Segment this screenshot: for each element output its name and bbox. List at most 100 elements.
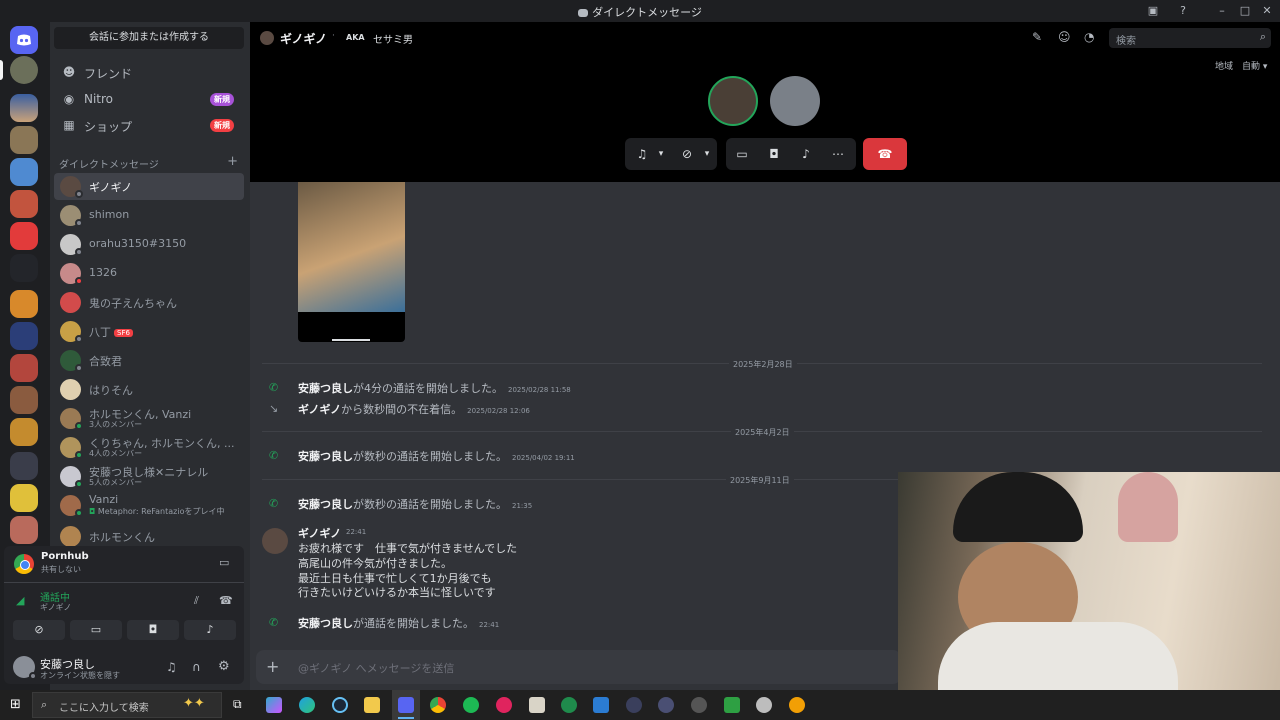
close-button[interactable]: ✕ bbox=[1259, 3, 1275, 19]
edge-icon[interactable] bbox=[299, 697, 315, 713]
file-explorer-icon[interactable] bbox=[364, 697, 380, 713]
user-profile-icon[interactable]: ◔ bbox=[1084, 30, 1094, 44]
add-attachment-icon[interactable]: + bbox=[266, 657, 279, 676]
discord-icon[interactable] bbox=[398, 697, 414, 713]
dm-item[interactable]: 合致君 bbox=[54, 347, 244, 374]
server-icon-14[interactable] bbox=[10, 516, 38, 544]
hangup-button[interactable]: ☎ bbox=[863, 138, 907, 170]
screen-share-button[interactable]: ▭ bbox=[70, 620, 122, 640]
region-select[interactable]: 自動 ▾ bbox=[1242, 59, 1267, 72]
server-icon-9[interactable] bbox=[10, 354, 38, 382]
maximize-button[interactable]: □ bbox=[1237, 3, 1253, 19]
screen-share-icon[interactable]: ▭ bbox=[219, 556, 229, 569]
dm-group-item[interactable]: 安藤つ良し様✕ニナレル 5人のメンバー bbox=[54, 463, 244, 490]
word-icon[interactable] bbox=[593, 697, 609, 713]
image-attachment[interactable] bbox=[298, 182, 405, 342]
disconnect-icon[interactable]: ☎ bbox=[219, 594, 233, 607]
chrome-icon[interactable] bbox=[430, 697, 446, 713]
game-tag: SF6 bbox=[114, 329, 133, 337]
mic-icon[interactable]: ♫ bbox=[166, 660, 177, 674]
headphones-icon[interactable]: ∩ bbox=[192, 660, 201, 674]
video-scrubber[interactable] bbox=[332, 339, 370, 341]
selected-indicator bbox=[0, 60, 3, 80]
app-icon-7[interactable] bbox=[756, 697, 772, 713]
dm-item[interactable]: 1326 bbox=[54, 260, 244, 287]
inbox-icon[interactable]: ▣ bbox=[1145, 3, 1161, 19]
create-dm-icon[interactable]: + bbox=[227, 154, 238, 169]
nav-shop[interactable]: ▦ ショップ 新規 bbox=[54, 112, 244, 138]
call-participant-avatar[interactable] bbox=[770, 76, 820, 126]
server-icon-13[interactable] bbox=[10, 484, 38, 512]
server-icon-3[interactable] bbox=[10, 158, 38, 186]
server-icon-7[interactable] bbox=[10, 290, 38, 318]
message-author[interactable]: ギノギノ bbox=[298, 525, 341, 541]
gamepad-icon: ◘ bbox=[89, 507, 98, 516]
app-icon-2[interactable] bbox=[561, 697, 577, 713]
pin-icon[interactable]: ✎ bbox=[1032, 30, 1042, 44]
server-icon-4[interactable] bbox=[10, 190, 38, 218]
server-icon-8[interactable] bbox=[10, 322, 38, 350]
call-participant-avatar[interactable] bbox=[708, 76, 758, 126]
noise-suppression-icon[interactable]: ⫽ bbox=[194, 594, 199, 608]
dm-group-item[interactable]: ホルモンくん, Vanzi 3人のメンバー bbox=[54, 405, 244, 432]
activities-button[interactable]: ◘ bbox=[127, 620, 179, 640]
server-icon-10[interactable] bbox=[10, 386, 38, 414]
gamepad-icon[interactable]: ◘ bbox=[766, 146, 782, 162]
discord-icon bbox=[17, 34, 31, 46]
chevron-down-icon[interactable]: ▾ bbox=[655, 146, 667, 162]
dm-item[interactable]: 鬼の子えんちゃん bbox=[54, 289, 244, 316]
task-view-icon[interactable]: ⧉ bbox=[233, 697, 242, 712]
server-icon-2[interactable] bbox=[10, 126, 38, 154]
help-icon[interactable]: ? bbox=[1175, 3, 1191, 19]
app-icon-1[interactable] bbox=[529, 697, 545, 713]
server-icon-11[interactable] bbox=[10, 418, 38, 446]
app-icon-8[interactable] bbox=[789, 697, 805, 713]
copilot-icon[interactable] bbox=[266, 697, 282, 713]
windows-start-icon[interactable]: ⊞ bbox=[10, 697, 21, 712]
settings-icon[interactable]: ⚙ bbox=[218, 659, 230, 674]
spotify-icon[interactable] bbox=[463, 697, 479, 713]
message-composer[interactable]: + @ギノギノ へメッセージを送信 bbox=[256, 650, 901, 684]
taskbar-search[interactable]: ⌕ ここに入力して検索 ✦✦ bbox=[32, 692, 222, 718]
screen-share-icon[interactable]: ▭ bbox=[734, 146, 750, 162]
dm-item[interactable]: Vanzi ◘ Metaphor: ReFantazioをプレイ中 bbox=[54, 492, 244, 519]
window-title: ダイレクトメッセージ bbox=[592, 6, 702, 19]
server-avatar[interactable] bbox=[10, 56, 38, 84]
chevron-down-icon[interactable]: ▾ bbox=[701, 146, 713, 162]
call-system-message: ✆ 安藤つ良しが数秒の通話を開始しました。 2025/04/02 19:11 bbox=[269, 449, 575, 463]
app-icon-lips[interactable] bbox=[496, 697, 512, 713]
nav-friends[interactable]: ☻ フレンド bbox=[54, 59, 244, 85]
app-icon-6[interactable] bbox=[724, 697, 740, 713]
author-avatar[interactable] bbox=[262, 528, 288, 554]
app-icon-5[interactable] bbox=[691, 697, 707, 713]
server-icon-6[interactable] bbox=[10, 254, 38, 282]
add-friends-icon[interactable]: ☺ bbox=[1058, 30, 1071, 44]
minimize-button[interactable]: – bbox=[1214, 3, 1230, 19]
camera-off-button[interactable]: ⊘ bbox=[13, 620, 65, 640]
app-icon-4[interactable] bbox=[658, 697, 674, 713]
steam-icon[interactable] bbox=[332, 697, 348, 713]
mic-icon[interactable]: ♫ bbox=[635, 146, 649, 162]
camera-off-icon[interactable]: ⊘ bbox=[679, 146, 695, 162]
friends-icon: ☻ bbox=[62, 65, 76, 79]
dm-item[interactable]: はりそん bbox=[54, 376, 244, 403]
app-icon-3[interactable] bbox=[626, 697, 642, 713]
dm-item[interactable]: shimon bbox=[54, 202, 244, 229]
more-icon[interactable]: ⋯ bbox=[830, 146, 846, 162]
search-box[interactable]: 検索 ⌕ bbox=[1109, 28, 1271, 48]
dm-item[interactable]: ギノギノ bbox=[54, 173, 244, 200]
new-badge: 新規 bbox=[210, 93, 234, 106]
share-app-name: Pornhub bbox=[41, 551, 89, 562]
home-button[interactable] bbox=[10, 26, 38, 54]
soundboard-button[interactable]: ♪ bbox=[184, 620, 236, 640]
nav-nitro[interactable]: ◉ Nitro 新規 bbox=[54, 86, 244, 112]
find-conversation-button[interactable]: 会話に参加または作成する bbox=[54, 27, 244, 49]
server-icon-5[interactable] bbox=[10, 222, 38, 250]
date-label: 2025年4月2日 bbox=[731, 427, 794, 438]
server-icon-1[interactable] bbox=[10, 94, 38, 122]
soundboard-icon[interactable]: ♪ bbox=[798, 146, 814, 162]
server-icon-12[interactable] bbox=[10, 452, 38, 480]
dm-group-item[interactable]: くりちゃん, ホルモンくん, ... 4人のメンバー bbox=[54, 434, 244, 461]
dm-item[interactable]: orahu3150#3150 bbox=[54, 231, 244, 258]
dm-item[interactable]: 八丁 SF6 bbox=[54, 318, 244, 345]
